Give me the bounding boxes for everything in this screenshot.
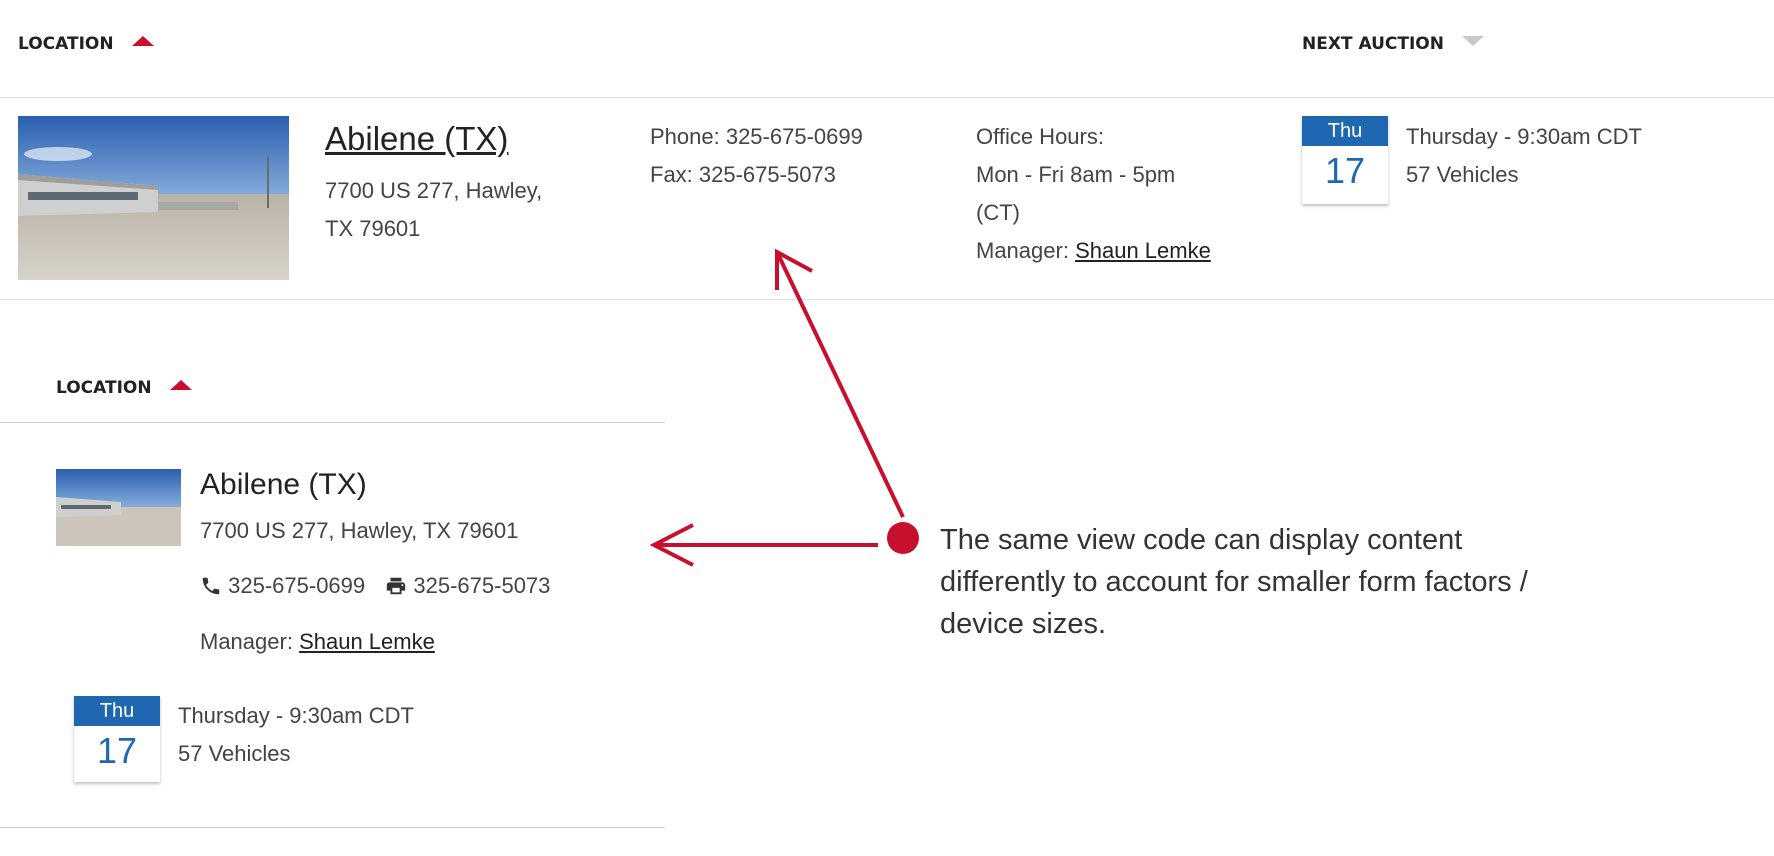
- annotation-line-1: The same view code can display content: [940, 524, 1463, 556]
- arrow-to-desktop-line: [775, 251, 905, 518]
- annotation-arrows: [649, 248, 919, 567]
- annotation-note: The same view code can display content d…: [940, 519, 1528, 645]
- annotation-line-2: differently to account for smaller form …: [940, 566, 1528, 598]
- annotation-line-3: device sizes.: [940, 608, 1107, 640]
- annotation-dot: [887, 522, 919, 554]
